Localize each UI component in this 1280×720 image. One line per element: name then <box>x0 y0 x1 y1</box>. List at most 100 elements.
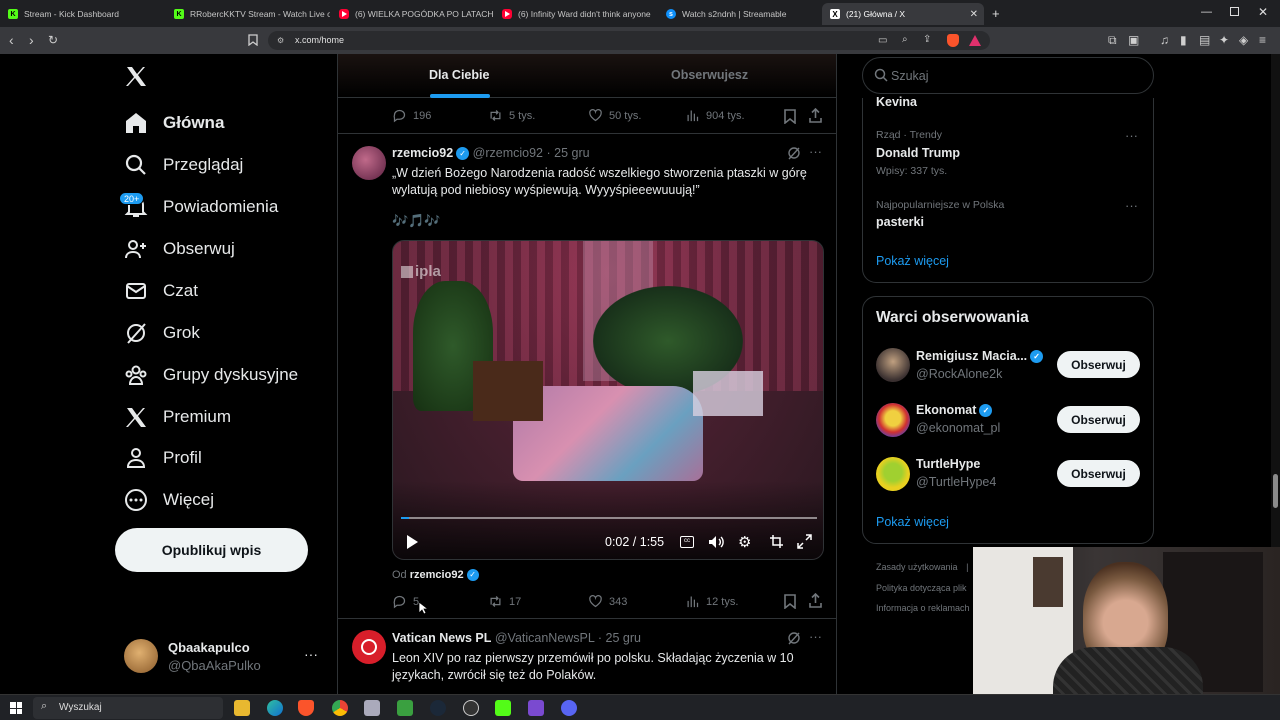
edge-icon[interactable] <box>267 700 283 716</box>
tweet[interactable]: Vatican News PL @VaticanNewsPL · 25 gru … <box>338 620 836 694</box>
source-name[interactable]: rzemcio92 <box>410 569 464 581</box>
store-icon[interactable] <box>397 700 413 716</box>
captions-icon[interactable]: cc <box>680 536 694 548</box>
reload-icon[interactable]: ↻ <box>48 34 58 46</box>
share-icon[interactable]: ⇪ <box>923 34 931 45</box>
menu-icon[interactable]: ≡ <box>1259 34 1266 46</box>
nav-item-home[interactable]: Główna <box>124 103 224 143</box>
brave-shield-icon[interactable] <box>947 34 959 47</box>
nav-item-more[interactable]: Więcej <box>124 480 214 520</box>
bookmark-icon[interactable] <box>248 34 258 48</box>
steam-icon[interactable] <box>430 700 446 716</box>
tweet-author-name[interactable]: rzemcio92 <box>392 146 453 160</box>
close-window-icon[interactable]: ✕ <box>1258 5 1268 19</box>
trend-title[interactable]: Kevina <box>876 95 917 109</box>
windows-start-icon[interactable] <box>10 702 22 714</box>
media-icon[interactable]: ♫ <box>1160 34 1169 46</box>
trends-show-more[interactable]: Pokaż więcej <box>876 254 949 268</box>
stream-app-icon[interactable] <box>528 700 544 716</box>
pip-icon[interactable] <box>769 534 784 554</box>
tweet[interactable]: rzemcio92 ✓ @rzemcio92 · 25 gru ··· „W dz… <box>338 135 836 619</box>
tab-for-you[interactable]: Dla Ciebie <box>338 54 588 98</box>
tweet-avatar[interactable] <box>352 146 386 180</box>
scrollbar-thumb[interactable] <box>1273 474 1278 508</box>
minimize-icon[interactable]: — <box>1201 6 1212 18</box>
grok-explain-icon[interactable] <box>787 631 801 650</box>
bookmark-tweet-icon[interactable] <box>783 109 797 129</box>
browser-tab[interactable]: K RRobercKKTV Stream - Watch Live o <box>166 3 330 25</box>
tweet-date[interactable]: · 25 gru <box>598 631 641 645</box>
browser-tab[interactable]: K Stream - Kick Dashboard <box>0 3 163 25</box>
follow-button[interactable]: Obserwuj <box>1057 406 1140 433</box>
browser-tab-active[interactable]: X (21) Główna / X ✕ <box>822 3 984 25</box>
follow-button[interactable]: Obserwuj <box>1057 460 1140 487</box>
like-button[interactable]: 50 tys. <box>588 108 641 123</box>
kick-icon[interactable] <box>495 700 511 716</box>
taskbar-search[interactable]: ⌕ Wyszukaj <box>33 697 223 719</box>
back-icon[interactable]: ‹ <box>9 33 14 47</box>
views-button[interactable]: 904 tys. <box>685 108 745 123</box>
tweet-author-name[interactable]: Vatican News PL <box>392 631 491 645</box>
tab-following[interactable]: Obserwujesz <box>588 54 836 98</box>
trend-more-icon[interactable]: ··· <box>1125 128 1138 143</box>
footer-link-privacy[interactable]: Polityka dotycząca plik <box>876 583 967 593</box>
site-settings-icon[interactable]: ⚙ <box>277 36 284 45</box>
nav-item-explore[interactable]: Przeglądaj <box>124 145 243 185</box>
who-to-follow-show-more[interactable]: Pokaż więcej <box>876 515 949 529</box>
tweet-avatar[interactable] <box>352 630 386 664</box>
tweet-date[interactable]: · 25 gru <box>546 146 589 160</box>
play-button[interactable] <box>405 534 419 555</box>
browser-tab[interactable]: (6) WIELKA POGÓDKA PO LATACH ( <box>331 3 493 25</box>
follow-button[interactable]: Obserwuj <box>1057 351 1140 378</box>
volume-icon[interactable] <box>708 534 724 555</box>
tab-search-icon[interactable]: ▣ <box>1128 34 1139 46</box>
close-tab-icon[interactable]: ✕ <box>970 9 978 20</box>
forward-icon[interactable]: › <box>29 33 34 47</box>
video-progress-track[interactable] <box>401 517 817 519</box>
address-bar[interactable]: ⚙ x.com/home ▭ ⌕ ⇪ <box>268 31 990 50</box>
reply-button[interactable]: 196 <box>392 108 431 123</box>
brave-icon[interactable] <box>298 700 314 716</box>
views-button[interactable]: 12 tys. <box>685 594 738 609</box>
sidebar-icon[interactable]: ▮ <box>1180 34 1187 46</box>
obs-icon[interactable] <box>463 700 479 716</box>
nav-item-chat[interactable]: Czat <box>124 271 198 311</box>
trend-more-icon[interactable]: ··· <box>1125 198 1138 213</box>
search-box[interactable]: Szukaj <box>862 57 1154 94</box>
tweet-more-icon[interactable]: ··· <box>809 629 822 644</box>
bookmark-tweet-icon[interactable] <box>783 594 797 614</box>
nav-item-notifications[interactable]: Powiadomienia <box>124 187 278 227</box>
like-button[interactable]: 343 <box>588 594 627 609</box>
footer-link-terms[interactable]: Zasady użytkowania <box>876 562 958 572</box>
nav-item-grok[interactable]: Grok <box>124 313 200 353</box>
new-tab-button[interactable]: + <box>992 6 1000 21</box>
browser-tab[interactable]: s Watch s2ndnh | Streamable <box>658 3 820 25</box>
video-player[interactable]: ipla 0:02 / 1:55 cc ⚙ <box>392 240 824 560</box>
app-icon[interactable] <box>364 700 380 716</box>
share-tweet-icon[interactable] <box>808 107 823 128</box>
settings-icon[interactable]: ⚙ <box>738 533 751 551</box>
reply-button[interactable]: 5 <box>392 594 419 609</box>
footer-link-ads[interactable]: Informacja o reklamach <box>876 603 970 613</box>
extensions-icon[interactable]: ⧉ <box>1108 34 1117 46</box>
post-button[interactable]: Opublikuj wpis <box>115 528 308 572</box>
tweet-more-icon[interactable]: ··· <box>809 144 822 159</box>
nav-item-premium[interactable]: Premium <box>124 397 231 437</box>
grok-explain-icon[interactable] <box>787 146 801 165</box>
chrome-icon[interactable] <box>332 700 348 716</box>
discord-icon[interactable] <box>561 700 577 716</box>
zoom-icon[interactable]: ⌕ <box>902 34 908 45</box>
browser-tab[interactable]: (6) Infinity Ward didn't think anyone <box>494 3 657 25</box>
tweet-author-handle[interactable]: @VaticanNewsPL <box>495 631 595 645</box>
nav-item-follow[interactable]: Obserwuj <box>124 229 235 269</box>
wallet-icon[interactable]: ▤ <box>1199 34 1210 46</box>
repost-button[interactable]: 5 tys. <box>488 108 535 123</box>
trend-item[interactable]: Najpopularniejsze w Polska pasterki ··· <box>863 192 1153 240</box>
tweet-author-handle[interactable]: @rzemcio92 <box>473 146 543 160</box>
vpn-icon[interactable]: ◈ <box>1239 34 1248 46</box>
leo-ai-icon[interactable]: ✦ <box>1219 34 1229 46</box>
maximize-icon[interactable] <box>1230 7 1239 16</box>
fullscreen-icon[interactable] <box>797 534 812 554</box>
share-tweet-icon[interactable] <box>808 592 823 613</box>
file-explorer-icon[interactable] <box>234 700 250 716</box>
